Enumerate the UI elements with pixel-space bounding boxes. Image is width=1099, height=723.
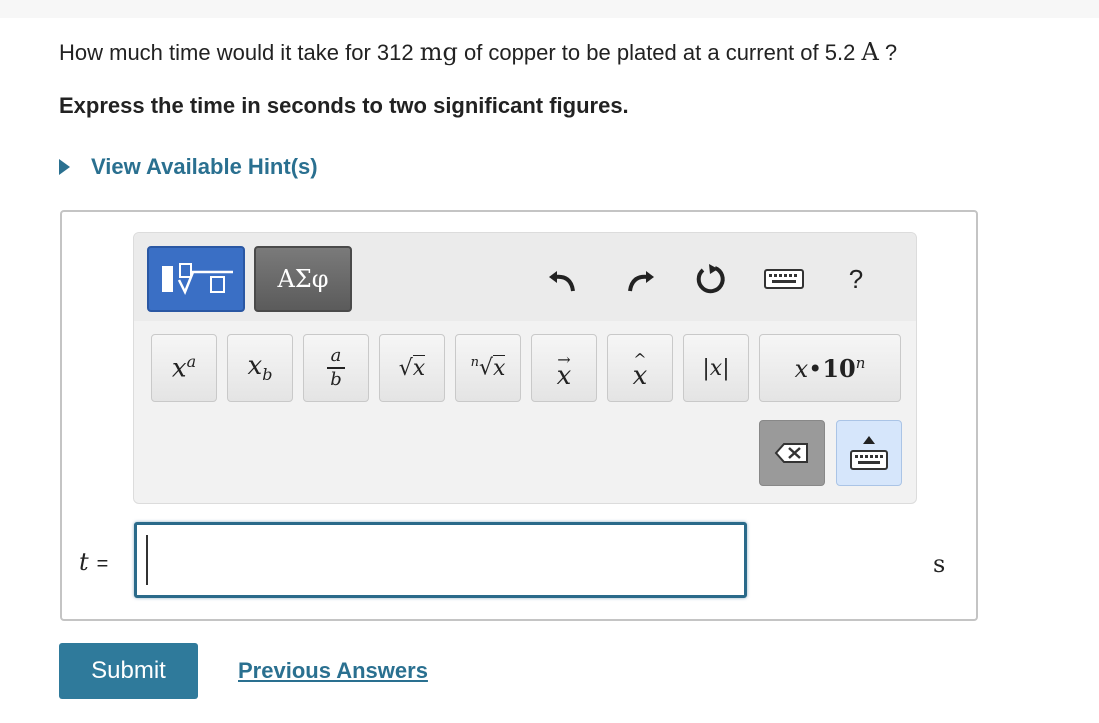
redo-icon: [628, 271, 654, 292]
question-prefix: How much time would it take for 312: [59, 40, 420, 65]
text-caret: [146, 535, 148, 585]
mass-unit: mg: [419, 38, 458, 66]
view-hints-link[interactable]: View Available Hint(s): [59, 154, 318, 180]
nth-root-key[interactable]: n√x: [455, 334, 521, 402]
top-band: [0, 0, 1099, 18]
templates-icon: [162, 263, 233, 296]
templates-button[interactable]: [147, 246, 245, 312]
sqrt-key-label: √x: [398, 354, 426, 381]
expand-triangle-icon: [59, 159, 70, 175]
redo-button[interactable]: [620, 259, 660, 299]
subscript-key-label: xb: [247, 351, 273, 385]
subscript-key[interactable]: xb: [227, 334, 293, 402]
sci-notation-key-label: x•10n: [794, 353, 866, 383]
undo-button[interactable]: [543, 259, 583, 299]
hint-link-label: View Available Hint(s): [91, 154, 318, 179]
previous-answers-link[interactable]: Previous Answers: [238, 658, 428, 684]
variable-label: t =: [79, 548, 108, 576]
fraction-numerator: a: [330, 345, 342, 367]
variable-name: t: [79, 548, 89, 576]
submit-label: Submit: [91, 657, 166, 684]
equals-sign: =: [96, 553, 109, 575]
greek-symbols-button[interactable]: ΑΣφ: [254, 246, 352, 312]
show-keyboard-button[interactable]: [836, 420, 902, 486]
current-unit: A: [861, 38, 879, 66]
help-button[interactable]: ?: [836, 259, 876, 299]
answer-input[interactable]: [134, 522, 747, 598]
keyboard-shortcuts-button[interactable]: [764, 259, 804, 299]
instruction-text: Express the time in seconds to two signi…: [59, 93, 629, 118]
nth-root-key-label: n√x: [470, 354, 506, 381]
greek-label: ΑΣφ: [277, 265, 329, 293]
sci-notation-key[interactable]: x•10n: [759, 334, 901, 402]
fraction-key[interactable]: a b: [303, 334, 369, 402]
hat-key-label: x: [632, 361, 648, 391]
abs-key-label: |x|: [702, 355, 730, 381]
sqrt-key[interactable]: √x: [379, 334, 445, 402]
reset-icon: [696, 264, 725, 294]
vector-key-label: x: [556, 361, 572, 391]
abs-key[interactable]: |x|: [683, 334, 749, 402]
backspace-icon: [774, 443, 808, 463]
triangle-up-icon: [863, 436, 875, 444]
question-middle: of copper to be plated at a current of 5…: [457, 40, 862, 65]
superscript-key-label: xa: [171, 352, 197, 384]
superscript-key[interactable]: xa: [151, 334, 217, 402]
keyboard-icon: [764, 269, 804, 289]
fraction-denominator: b: [330, 368, 342, 390]
vector-key[interactable]: → x: [531, 334, 597, 402]
undo-icon: [549, 271, 575, 292]
question-text: How much time would it take for 312 mg o…: [59, 38, 897, 66]
hat-key[interactable]: ^ x: [607, 334, 673, 402]
help-label: ?: [848, 263, 864, 294]
delete-button[interactable]: [759, 420, 825, 486]
reset-button[interactable]: [690, 259, 730, 299]
submit-button[interactable]: Submit: [59, 643, 198, 699]
question-suffix: ?: [878, 40, 898, 65]
keyboard-icon: [850, 450, 888, 470]
unit-label: s: [933, 550, 946, 578]
